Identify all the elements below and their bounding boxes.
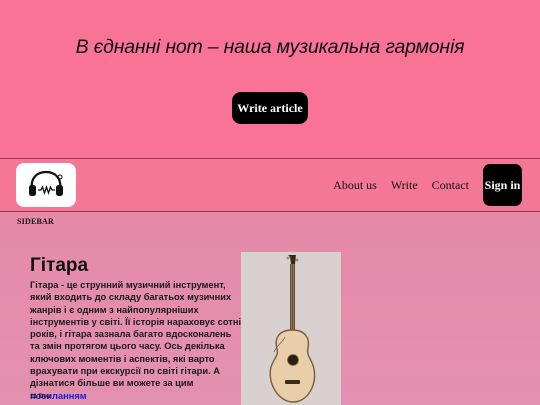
article-text: Гітара - це струнний музичний інструмент… <box>30 280 242 389</box>
guitar-image <box>241 252 341 405</box>
sidebar-label: SIDEBAR <box>17 217 54 226</box>
headphones-logo-icon <box>29 170 63 196</box>
article-image <box>241 252 341 405</box>
navbar: About us Write Contact Sign in <box>0 159 540 211</box>
hero-section: В єднанні нот – наша музикальна гармонія… <box>0 0 540 158</box>
nav-link-write[interactable]: Write <box>391 178 418 193</box>
hero-title: В єднанні нот – наша музикальна гармонія <box>75 36 465 58</box>
article-body: Гітара - це струнний музичний інструмент… <box>30 279 242 402</box>
write-article-button[interactable]: Write article <box>232 92 308 124</box>
main-content: SIDEBAR Гітара Гітара - це струнний музи… <box>0 212 540 405</box>
nav-links: About us Write Contact Sign in <box>333 159 540 211</box>
article-title: Гітара <box>30 255 89 276</box>
logo[interactable] <box>16 163 76 207</box>
article-date: 11 Dec <box>30 393 51 400</box>
sign-in-button[interactable]: Sign in <box>483 164 522 206</box>
nav-link-contact[interactable]: Contact <box>432 178 469 193</box>
nav-link-about[interactable]: About us <box>333 178 377 193</box>
